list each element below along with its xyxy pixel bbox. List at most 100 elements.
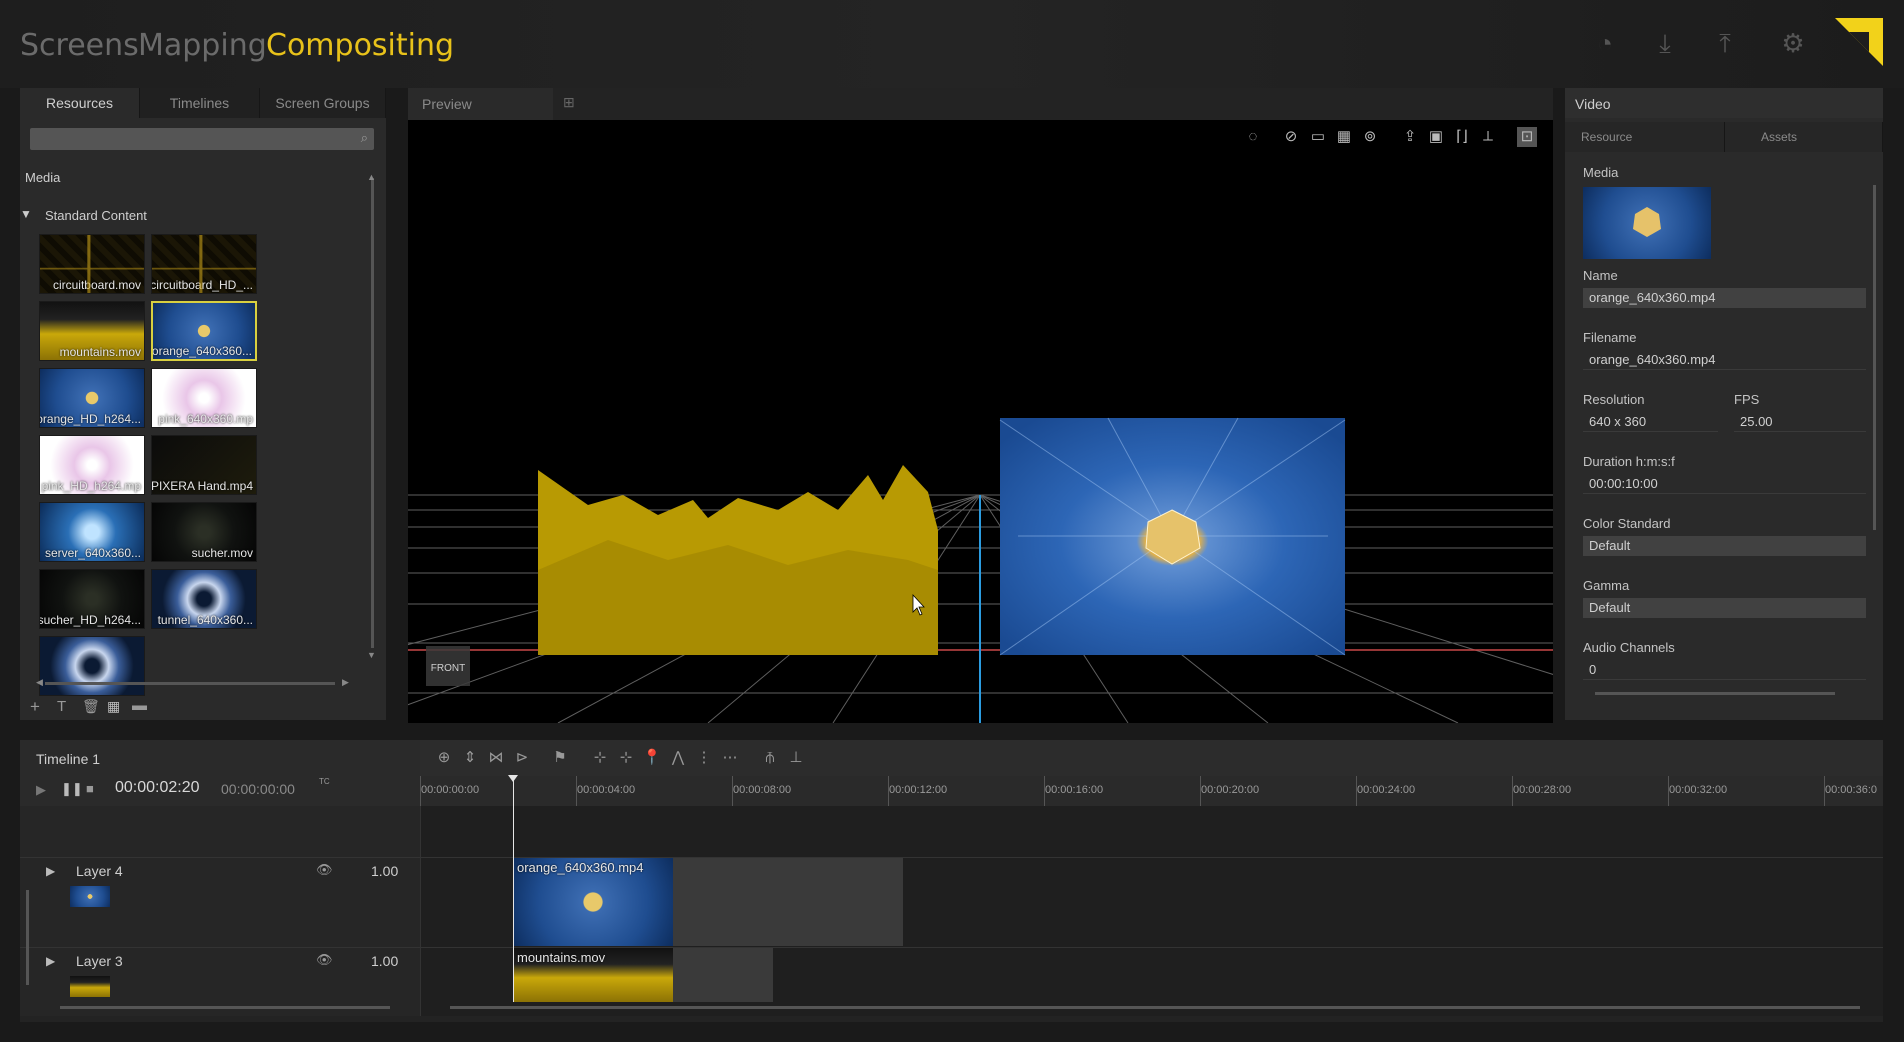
media-item[interactable]: tunnel_640x360... [151,569,257,629]
scroll-down-icon[interactable]: ▼ [367,650,376,660]
duration-field[interactable]: 00:00:10:00 [1583,474,1866,494]
loading-icon[interactable]: ◌ [1243,127,1263,147]
media-item[interactable]: circuitboard.mov [39,234,145,294]
tab-screens[interactable]: Screens [20,28,139,63]
gear-icon[interactable]: ⚙ [1778,28,1808,58]
layer3-name[interactable]: Layer 3 [76,953,123,969]
bowtie-icon[interactable]: ⋈ [486,748,506,768]
hide-icon[interactable]: ⊘ [1281,127,1301,147]
tab-screen-groups[interactable]: Screen Groups [260,88,386,118]
media-item[interactable]: mountains.mov [39,301,145,361]
play-icon[interactable]: ▶ [36,782,46,798]
media-item[interactable]: circuitboard_HD_... [151,234,257,294]
timeline-header: Timeline 1 [20,740,420,776]
upload-icon[interactable]: ⤒ [1710,28,1740,58]
tc-label: TC [319,777,330,786]
tab-timelines[interactable]: Timelines [140,88,260,118]
export-icon[interactable]: ⇪ [1400,127,1420,147]
tab-compositing[interactable]: Compositing [266,28,454,63]
layers-vscrollbar[interactable] [26,890,29,985]
tracks-hscrollbar[interactable] [450,1006,1860,1009]
time-ruler[interactable]: 00:00:00:00 00:00:04:00 00:00:08:00 00:00:1… [420,776,1883,806]
add-icon[interactable]: + [30,697,40,717]
scroll-up-icon[interactable]: ▲ [367,172,376,182]
media-item[interactable]: sucher.mov [151,502,257,562]
select-mode-icon[interactable]: ⊡ [1517,127,1537,147]
layer3-expand-icon[interactable]: ▶ [46,954,55,968]
pin-icon[interactable]: 📍 [642,748,662,768]
palette-icon[interactable]: ◔ [1590,28,1620,58]
resources-hscrollbar[interactable] [45,682,335,685]
clip-orange[interactable]: orange_640x360.mp4 [513,858,673,946]
resource-search-input[interactable]: ⌕ [30,128,374,150]
layer4-opacity[interactable]: 1.00 [371,863,398,879]
target-icon[interactable]: ⊚ [1360,127,1380,147]
layer3-visibility-icon[interactable]: 👁 [316,952,333,968]
folder-icon[interactable]: ▬ [132,697,147,714]
layers-hscrollbar[interactable] [60,1006,390,1009]
fit-icon[interactable]: ⌈⌋ [1452,127,1472,147]
timeline-toolbar [420,740,1883,776]
image-icon[interactable]: ▣ [1426,127,1446,147]
clip-mountains[interactable]: mountains.mov [513,948,673,1002]
tab-mapping[interactable]: Mapping [138,28,267,63]
playhead-handle[interactable] [508,775,518,782]
download-icon[interactable]: ⤓ [1650,28,1680,58]
trash-icon[interactable]: 🗑 [82,698,100,715]
ruler-icon[interactable]: ⟂ [1478,127,1498,147]
fps-field[interactable]: 25.00 [1734,412,1866,432]
layout-toggle-icon[interactable]: ⊞ [563,94,575,111]
scroll-right-icon[interactable]: ▶ [342,677,349,688]
playhead[interactable] [513,776,514,1002]
name-field[interactable]: orange_640x360.mp4 [1583,288,1866,308]
layer3-opacity[interactable]: 1.00 [371,953,398,969]
stop-icon[interactable]: ■ [86,781,94,796]
media-item[interactable] [39,636,145,696]
add-cue-icon[interactable]: ⊹ [616,748,636,768]
media-item[interactable]: sucher_HD_h264... [39,569,145,629]
video-hscrollbar[interactable] [1595,692,1835,695]
scroll-left-icon[interactable]: ◀ [36,677,43,688]
vertical-dots-icon[interactable]: ⋮ [694,748,714,768]
resolution-field[interactable]: 640 x 360 [1583,412,1718,432]
layer-icon[interactable]: ⊥ [786,748,806,768]
grid-icon[interactable]: ▦ [1334,127,1354,147]
text-icon[interactable]: T [57,698,66,715]
filename-field[interactable]: orange_640x360.mp4 [1583,350,1866,370]
split-icon[interactable]: ⫚ [760,748,780,768]
media-item[interactable]: orange_640x360... [151,301,257,361]
current-timecode[interactable]: 00:00:02:20 [115,779,200,797]
offset-timecode[interactable]: 00:00:00:00 [221,781,295,797]
layer4-expand-icon[interactable]: ▶ [46,864,55,878]
resources-vscrollbar[interactable] [371,178,374,648]
folder-icon[interactable]: ▭ [1308,127,1328,147]
color-standard-select[interactable]: Default [1583,536,1866,556]
marker-flag-icon[interactable]: ⚑ [550,748,570,768]
fit-vertical-icon[interactable]: ⇕ [460,748,480,768]
tab-resources[interactable]: Resources [20,88,140,118]
pause-icon[interactable]: ❚❚ [61,781,83,797]
media-item[interactable]: pink_640x360.mp [151,368,257,428]
search-icon: ⌕ [360,130,368,145]
horizontal-dots-icon[interactable]: ⋯ [720,748,740,768]
zoom-icon[interactable]: ⊕ [434,748,454,768]
folder-expand-icon[interactable]: ▼ [20,207,32,221]
layer4-name[interactable]: Layer 4 [76,863,123,879]
media-item[interactable]: server_640x360... [39,502,145,562]
media-item[interactable]: PIXERA Hand.mp4 [151,435,257,495]
tab-assets[interactable]: Assets [1725,122,1883,152]
preview-viewport[interactable]: FRONT [408,120,1553,723]
video-vscrollbar[interactable] [1873,185,1876,530]
media-item[interactable]: pink_HD_h264.mp [39,435,145,495]
media-item[interactable]: orange_HD_h264... [39,368,145,428]
front-view-label[interactable]: FRONT [431,663,465,674]
transition-icon[interactable]: ⊳ [512,748,532,768]
layer4-visibility-icon[interactable]: 👁 [316,862,333,878]
curve-icon[interactable]: ⋀ [668,748,688,768]
folder-standard-content[interactable]: Standard Content [45,208,147,223]
audio-channels-field[interactable]: 0 [1583,660,1866,680]
tab-resource[interactable]: Resource [1565,122,1725,152]
gamma-select[interactable]: Default [1583,598,1866,618]
add-keyframe-icon[interactable]: ⊹ [590,748,610,768]
grid-view-icon[interactable]: ▦ [107,698,120,715]
